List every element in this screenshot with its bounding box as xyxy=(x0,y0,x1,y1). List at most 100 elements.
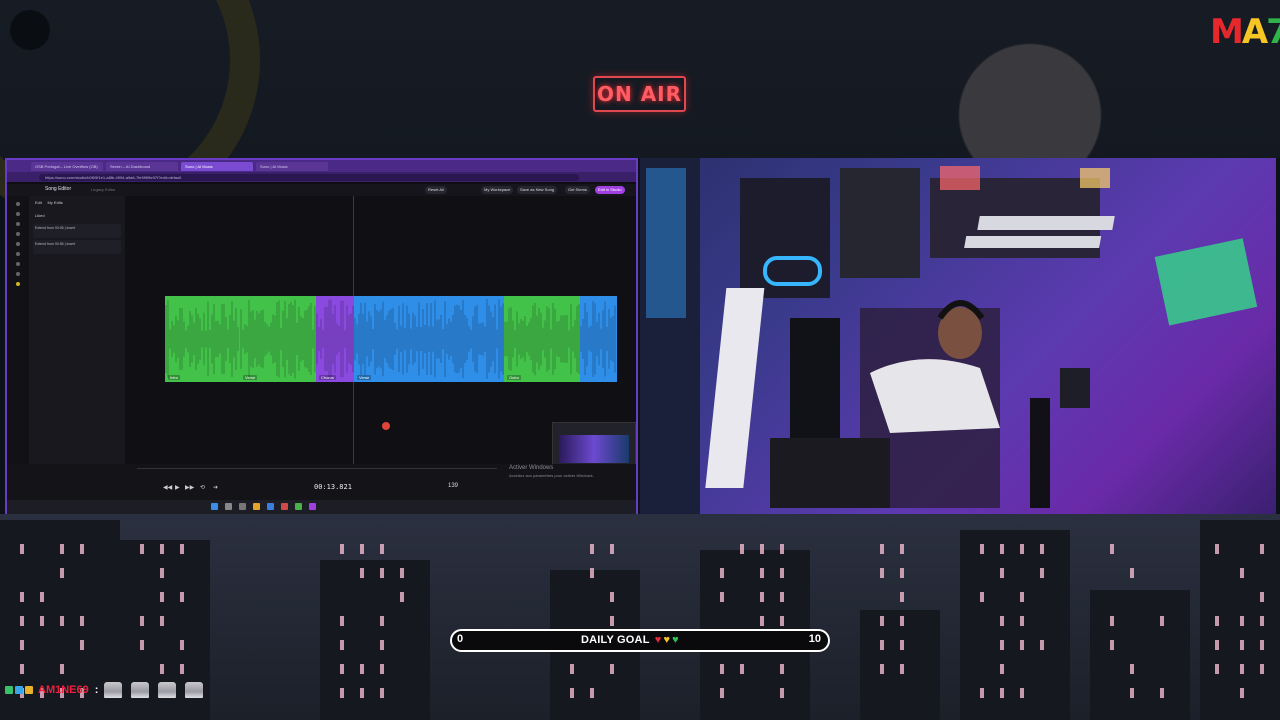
clip[interactable]: Outro xyxy=(504,296,580,382)
app-subtitle[interactable]: Legacy Editor xyxy=(91,187,115,192)
goal-max: 10 xyxy=(808,633,821,645)
waveform xyxy=(165,296,240,382)
window-light xyxy=(880,568,884,578)
arrow-icon[interactable]: ➜ xyxy=(213,484,218,491)
nav-icon[interactable] xyxy=(16,202,20,206)
edit-in-studio-button[interactable]: Edit in Studio xyxy=(595,186,625,194)
window-light xyxy=(780,592,784,602)
taskbar xyxy=(7,500,636,514)
window-light xyxy=(780,616,784,626)
window-light xyxy=(60,568,64,578)
preview-thumbnail[interactable] xyxy=(552,422,636,468)
clip-label: Intro xyxy=(168,375,181,380)
window-light xyxy=(360,544,364,554)
window-light xyxy=(570,688,574,698)
nav-icon[interactable] xyxy=(16,272,20,276)
window-light xyxy=(900,664,904,674)
rewind-icon[interactable]: ◀◀ xyxy=(163,484,172,491)
loop-icon[interactable]: ⟲ xyxy=(200,484,205,491)
app-icon[interactable] xyxy=(281,503,288,510)
waveform xyxy=(354,296,504,382)
window-light xyxy=(1260,616,1264,626)
yellow-heart-icon: ♥ xyxy=(663,634,671,646)
chat-username[interactable]: AM1NE69 xyxy=(38,684,89,696)
window-light xyxy=(60,616,64,626)
forward-icon[interactable]: ▶▶ xyxy=(185,484,194,491)
crown-icon xyxy=(25,686,33,694)
window-light xyxy=(40,592,44,602)
window-light xyxy=(340,616,344,626)
record-icon[interactable] xyxy=(382,422,390,430)
tab-my-edits[interactable]: My Edits xyxy=(47,200,62,205)
windows-start-icon[interactable] xyxy=(211,503,218,510)
window-light xyxy=(340,544,344,554)
window-light xyxy=(1110,544,1114,554)
window-light xyxy=(610,592,614,602)
browser-url-bar: https://suno.com/studio/b0f09f1e1-a8fb-4… xyxy=(7,172,636,182)
window-light xyxy=(140,640,144,650)
window-light xyxy=(1000,664,1004,674)
reset-all-button[interactable]: Reset All xyxy=(425,186,447,194)
window-light xyxy=(780,688,784,698)
clip[interactable]: Verse xyxy=(240,296,316,382)
clip[interactable]: Verse xyxy=(354,296,504,382)
nav-icon[interactable] xyxy=(16,232,20,236)
browser-tab[interactable]: Serein – AI Dashboard xyxy=(106,161,178,171)
browser-icon[interactable] xyxy=(267,503,274,510)
clip[interactable] xyxy=(580,296,617,382)
window-light xyxy=(900,592,904,602)
window-light xyxy=(20,544,24,554)
app-icon[interactable] xyxy=(309,503,316,510)
taskview-icon[interactable] xyxy=(239,503,246,510)
windows-activation-watermark: Activer Windows Accédez aux paramètres p… xyxy=(509,465,594,478)
window-light xyxy=(880,544,884,554)
seek-bar[interactable] xyxy=(137,468,497,472)
list-item[interactable]: Extend from 00:05 | Insert xyxy=(33,224,121,238)
browser-tab[interactable]: Suno | AI Music xyxy=(256,161,328,171)
clip-label: Verse xyxy=(243,375,258,380)
nav-icon[interactable] xyxy=(16,222,20,226)
clip-label: Outro xyxy=(507,375,522,380)
browser-tab-active[interactable]: Suno | AI Music xyxy=(181,161,253,171)
webcam-image xyxy=(640,158,1258,514)
save-as-new-song-button[interactable]: Save as New Song xyxy=(517,186,558,194)
nav-icon[interactable] xyxy=(16,252,20,256)
window-light xyxy=(1160,616,1164,626)
window-light xyxy=(380,568,384,578)
nav-icon[interactable] xyxy=(16,212,20,216)
green-heart-icon: ♥ xyxy=(672,634,679,646)
bpm-value[interactable]: 139 xyxy=(448,483,458,489)
window-light xyxy=(740,664,744,674)
red-heart-icon: ♥ xyxy=(654,634,662,646)
window-light xyxy=(80,640,84,650)
play-icon[interactable]: ▶ xyxy=(175,484,180,491)
emote-icon xyxy=(104,682,123,698)
list-item[interactable]: Extend from 00:55 | Insert xyxy=(33,240,121,254)
my-workspace-button[interactable]: My Workspace xyxy=(481,186,514,194)
window-light xyxy=(1000,616,1004,626)
window-light xyxy=(1240,640,1244,650)
playback-time: 00:13.821 xyxy=(314,483,352,491)
clip[interactable]: Chorus xyxy=(316,296,354,382)
window-light xyxy=(1260,640,1264,650)
search-icon[interactable] xyxy=(225,503,232,510)
window-light xyxy=(360,688,364,698)
tab-edit[interactable]: Edit xyxy=(35,200,42,205)
url-input[interactable]: https://suno.com/studio/b0f09f1e1-a8fb-4… xyxy=(39,173,579,181)
window-light xyxy=(980,688,984,698)
thumbnail-image xyxy=(559,435,629,463)
explorer-icon[interactable] xyxy=(253,503,260,510)
clip[interactable]: Intro xyxy=(165,296,240,382)
window-light xyxy=(720,688,724,698)
window-light xyxy=(160,592,164,602)
browser-tab[interactable]: OSB Portugal – Live Overflow (OB) xyxy=(31,161,103,171)
app-icon[interactable] xyxy=(295,503,302,510)
window-light xyxy=(760,616,764,626)
get-stems-button[interactable]: Get Stems xyxy=(565,186,590,194)
clip-label: Verse xyxy=(357,375,372,380)
window-light xyxy=(880,640,884,650)
nav-icon[interactable] xyxy=(16,282,20,286)
window-light xyxy=(20,640,24,650)
nav-icon[interactable] xyxy=(16,262,20,266)
nav-icon[interactable] xyxy=(16,242,20,246)
